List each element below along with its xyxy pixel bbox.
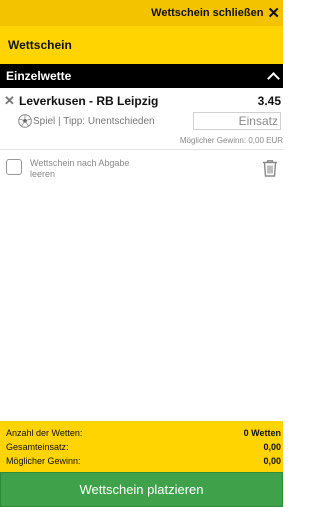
trash-icon[interactable] (260, 158, 280, 178)
place-bet-button[interactable]: Wettschein platzieren (0, 472, 283, 507)
section-header-einzelwette[interactable]: Einzelwette (0, 64, 283, 88)
soccer-ball-icon (18, 114, 32, 128)
close-betslip-label[interactable]: Wettschein schließen (151, 7, 263, 19)
clear-betslip-checkbox[interactable] (6, 159, 22, 175)
summary-label: Anzahl der Wetten: (6, 428, 83, 438)
betslip-close-bar[interactable]: Wettschein schließen ✕ (0, 0, 283, 26)
clear-after-submit-option: Wettschein nach Abgabe leeren (0, 150, 283, 190)
bet-tip: Spiel | Tipp: Unentschieden (33, 116, 155, 127)
page-title: Wettschein (8, 38, 72, 52)
summary-value: 0 Wetten (243, 428, 281, 438)
summary-row-possible-win: Möglicher Gewinn: 0,00 (6, 455, 281, 469)
summary-row-count: Anzahl der Wetten: 0 Wetten (6, 427, 281, 441)
possible-win-text: Möglicher Gewinn: 0,00 EUR (179, 136, 283, 145)
summary-label: Gesamteinsatz: (6, 442, 69, 452)
section-title: Einzelwette (6, 69, 72, 83)
summary-value: 0,00 (263, 442, 281, 452)
betslip-panel: Wettschein schließen ✕ Wettschein Einzel… (0, 0, 283, 507)
betslip-header: Wettschein (0, 26, 283, 64)
bet-item: ✕ Leverkusen - RB Leipzig 3.45 Spiel | T… (0, 88, 283, 150)
close-icon[interactable]: ✕ (267, 6, 280, 21)
summary-row-total-stake: Gesamteinsatz: 0,00 (6, 441, 281, 455)
bet-match: Leverkusen - RB Leipzig (19, 94, 159, 108)
summary-label: Möglicher Gewinn: (6, 456, 81, 466)
stake-input[interactable] (193, 112, 281, 130)
bet-odds: 3.45 (257, 94, 281, 108)
clear-betslip-label[interactable]: Wettschein nach Abgabe leeren (30, 158, 140, 180)
betslip-summary: Anzahl der Wetten: 0 Wetten Gesamteinsat… (0, 421, 283, 472)
summary-value: 0,00 (263, 456, 281, 466)
chevron-up-icon[interactable] (267, 70, 279, 82)
remove-bet-icon[interactable]: ✕ (4, 94, 15, 107)
